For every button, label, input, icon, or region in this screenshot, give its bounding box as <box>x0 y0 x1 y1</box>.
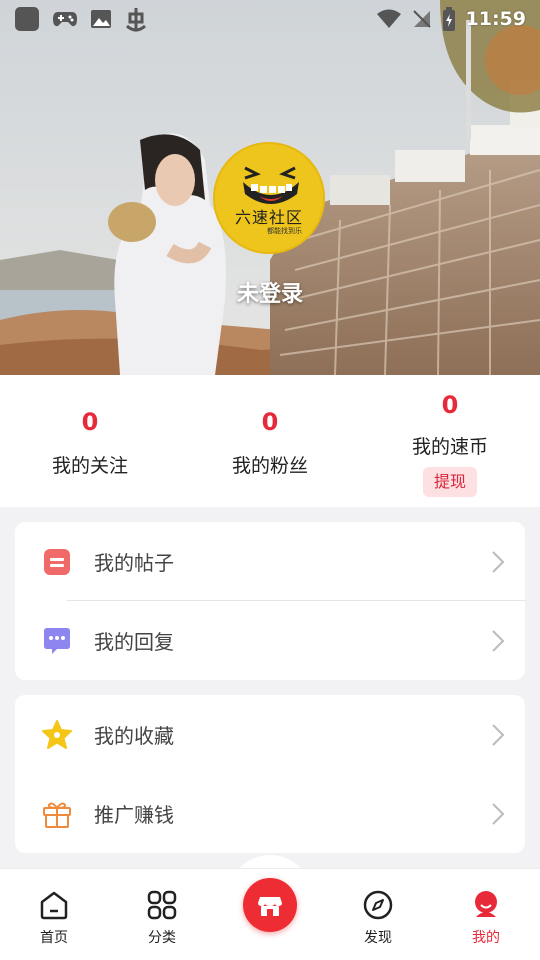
bug-icon <box>124 6 148 32</box>
nav-home[interactable]: 首页 <box>0 869 108 960</box>
nav-label: 我的 <box>472 930 500 946</box>
shop-icon <box>258 897 282 916</box>
stat-following[interactable]: 0 我的关注 <box>0 375 180 507</box>
avatar-logo-text: 六速社区 <box>234 208 303 227</box>
menu-item-my-replies[interactable]: 我的回复 <box>15 601 525 680</box>
laughing-face-icon <box>243 166 299 204</box>
menu-item-my-posts[interactable]: 我的帖子 <box>15 522 525 601</box>
chevron-right-icon <box>491 802 505 830</box>
following-label: 我的关注 <box>51 455 128 477</box>
coins-count: 0 <box>441 391 459 419</box>
image-icon <box>90 8 112 30</box>
nav-label: 发现 <box>364 930 392 946</box>
chevron-right-icon <box>491 629 505 657</box>
center-shop-button[interactable] <box>243 878 297 932</box>
withdraw-button[interactable]: 提现 <box>423 467 477 497</box>
stats-row: 0 我的关注 0 我的粉丝 0 我的速币 提现 <box>0 375 540 507</box>
menu-label: 我的帖子 <box>94 551 174 575</box>
battery-icon <box>442 7 456 31</box>
menu-card-posts: 我的帖子 我的回复 <box>15 522 525 680</box>
menu-item-favorites[interactable]: 我的收藏 <box>15 695 525 774</box>
star-icon <box>42 719 72 750</box>
nav-category[interactable]: 分类 <box>108 869 216 960</box>
menu-item-promote-earn[interactable]: 推广赚钱 <box>15 774 525 853</box>
avatar-logo-subtext: 都能找到乐 <box>267 227 302 235</box>
stat-followers[interactable]: 0 我的粉丝 <box>180 375 360 507</box>
chevron-right-icon <box>491 550 505 578</box>
home-icon <box>40 891 68 920</box>
profile-icon <box>475 891 497 917</box>
followers-label: 我的粉丝 <box>231 455 308 477</box>
menu-label: 我的收藏 <box>94 724 174 748</box>
coins-label: 我的速币 <box>411 436 488 458</box>
menu-card-extras: 我的收藏 推广赚钱 <box>15 695 525 853</box>
gift-icon <box>42 799 72 829</box>
menu-label: 推广赚钱 <box>94 803 174 827</box>
post-icon <box>42 547 72 577</box>
status-bar: 11:59 <box>0 0 540 38</box>
gamepad-icon <box>52 9 78 29</box>
nav-label: 分类 <box>148 930 176 946</box>
reply-icon <box>42 626 72 656</box>
following-count: 0 <box>81 408 99 436</box>
compass-icon <box>363 890 393 920</box>
chevron-right-icon <box>491 723 505 751</box>
app-notification-icon <box>14 6 40 32</box>
nav-label: 首页 <box>40 930 68 946</box>
signal-icon <box>412 9 432 29</box>
login-status-text[interactable]: 未登录 <box>0 276 540 308</box>
profile-header: 六速社区 都能找到乐 未登录 <box>0 0 540 375</box>
menu-label: 我的回复 <box>94 630 174 654</box>
grid-icon <box>147 890 177 920</box>
clock: 11:59 <box>465 8 526 30</box>
avatar[interactable]: 六速社区 都能找到乐 <box>213 142 325 254</box>
wifi-icon <box>376 9 402 29</box>
nav-discover[interactable]: 发现 <box>324 869 432 960</box>
followers-count: 0 <box>261 408 279 436</box>
nav-mine[interactable]: 我的 <box>432 869 540 960</box>
stat-coins[interactable]: 0 我的速币 提现 <box>360 375 540 507</box>
